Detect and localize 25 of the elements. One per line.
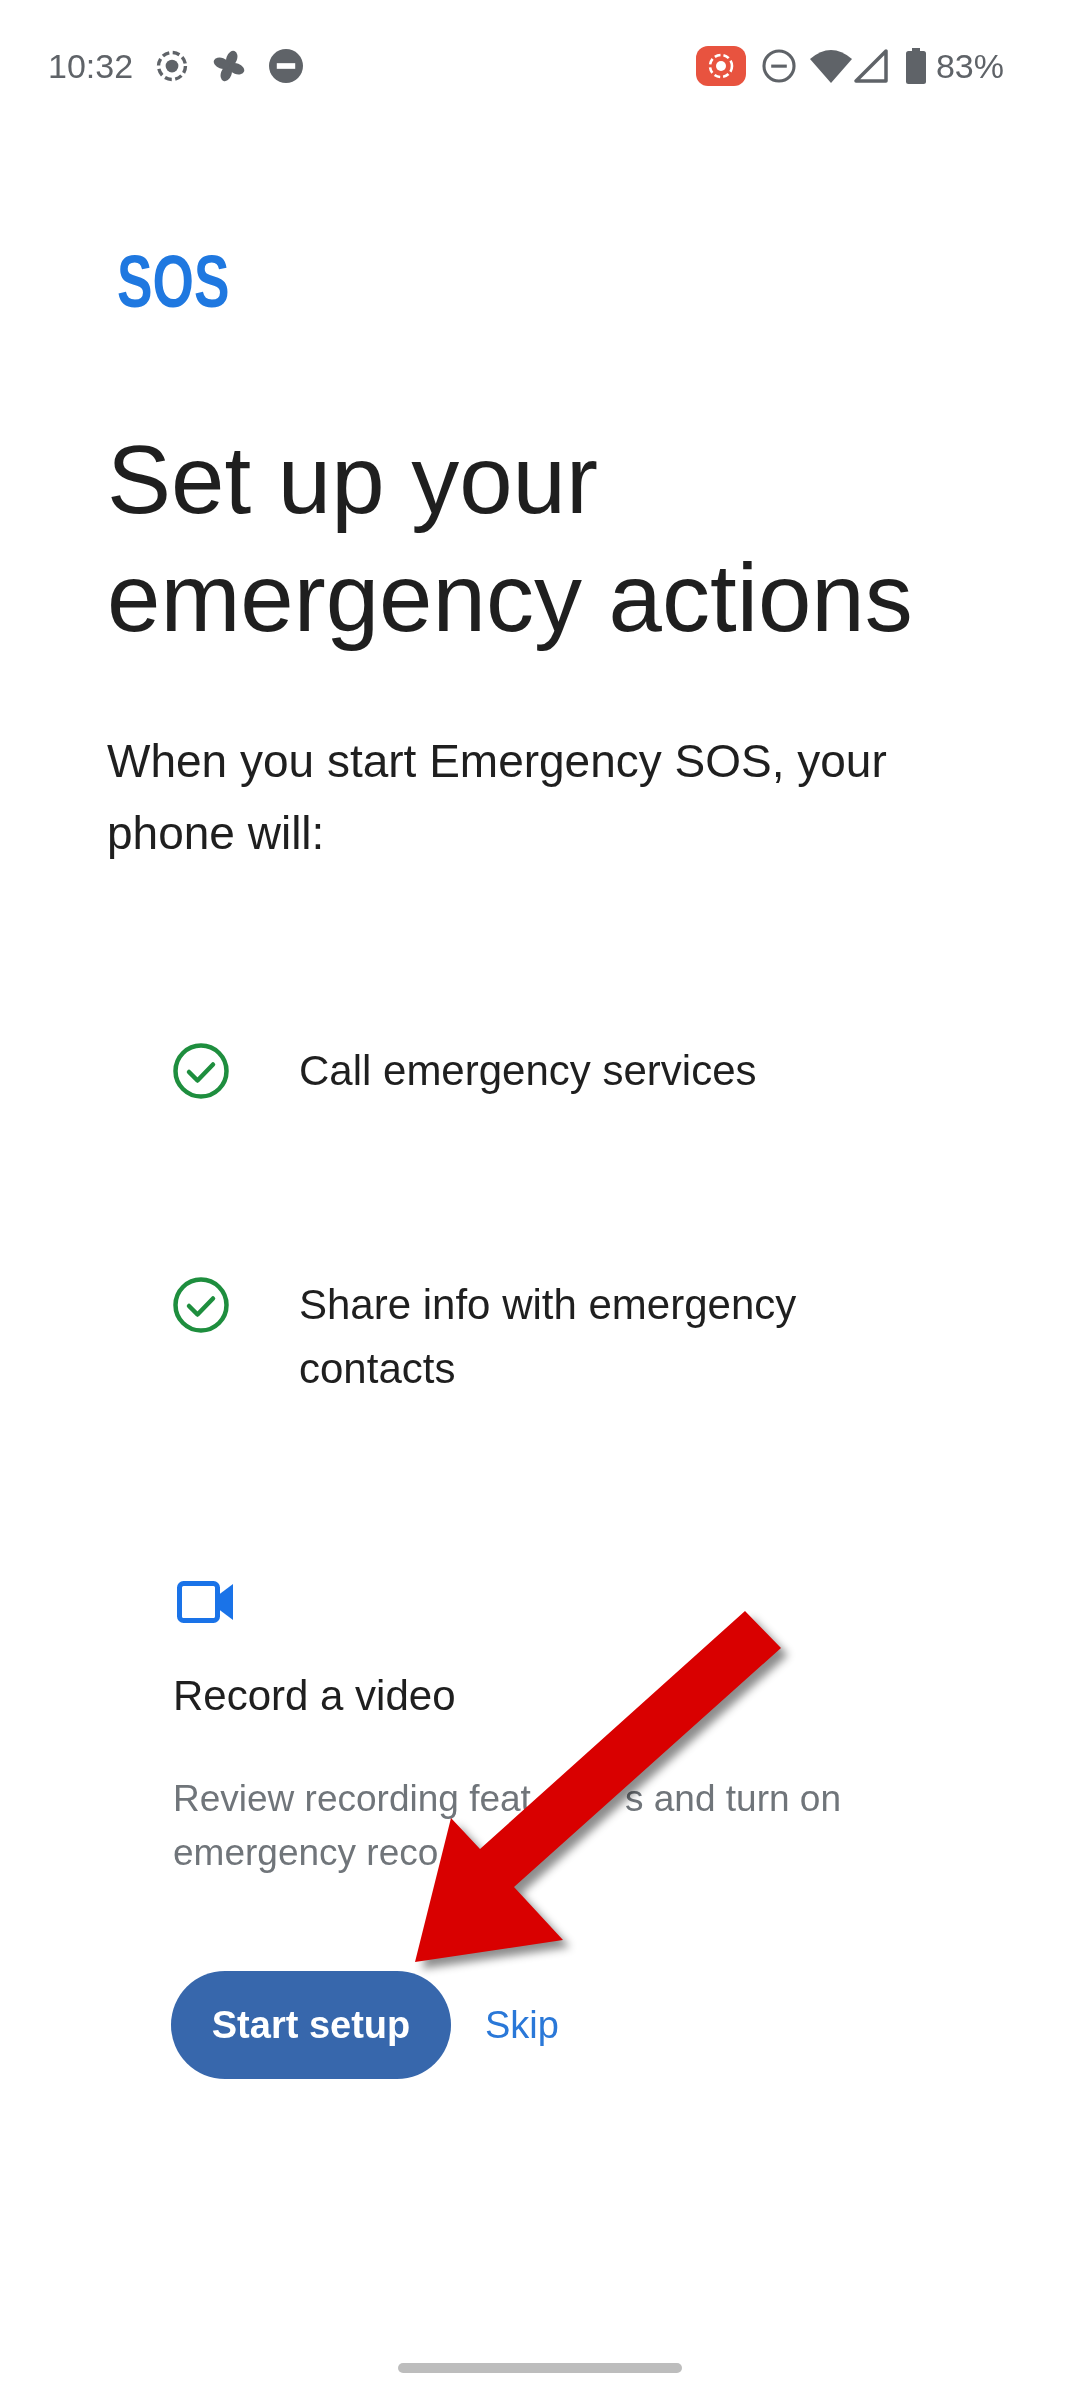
start-setup-button[interactable]: Start setup xyxy=(171,1971,451,2079)
action-label: Share info with emergency contacts xyxy=(299,1280,798,1394)
check-circle-icon xyxy=(173,1043,229,1099)
status-time: 10:32 xyxy=(48,46,134,86)
intro-text: When you start Emergency SOS, your phone will: xyxy=(107,734,888,861)
action-label: Call emergency services xyxy=(299,1046,757,1096)
description-text: Review recording feat xyxy=(173,1777,532,1821)
action-title: Record a video xyxy=(173,1671,456,1721)
battery-icon xyxy=(905,48,926,84)
sos-logo: SOS xyxy=(117,250,230,314)
description-text: s and turn on xyxy=(625,1777,841,1821)
video-camera-icon xyxy=(177,1581,233,1623)
page-title: Set up your emergency actions xyxy=(107,425,914,653)
signal-icon xyxy=(853,49,888,83)
home-indicator[interactable] xyxy=(398,2363,682,2373)
pinwheel-icon xyxy=(213,50,246,82)
record-badge-icon xyxy=(695,46,746,86)
skip-button[interactable]: Skip xyxy=(485,2003,559,2047)
minus-circle-icon xyxy=(269,49,304,83)
screen-record-icon xyxy=(155,49,190,83)
minus-circle-icon xyxy=(761,49,796,83)
battery-percent: 83% xyxy=(935,46,1004,86)
wifi-icon xyxy=(809,49,852,83)
check-circle-icon xyxy=(173,1277,229,1333)
description-text: emergency reco xyxy=(173,1831,440,1875)
